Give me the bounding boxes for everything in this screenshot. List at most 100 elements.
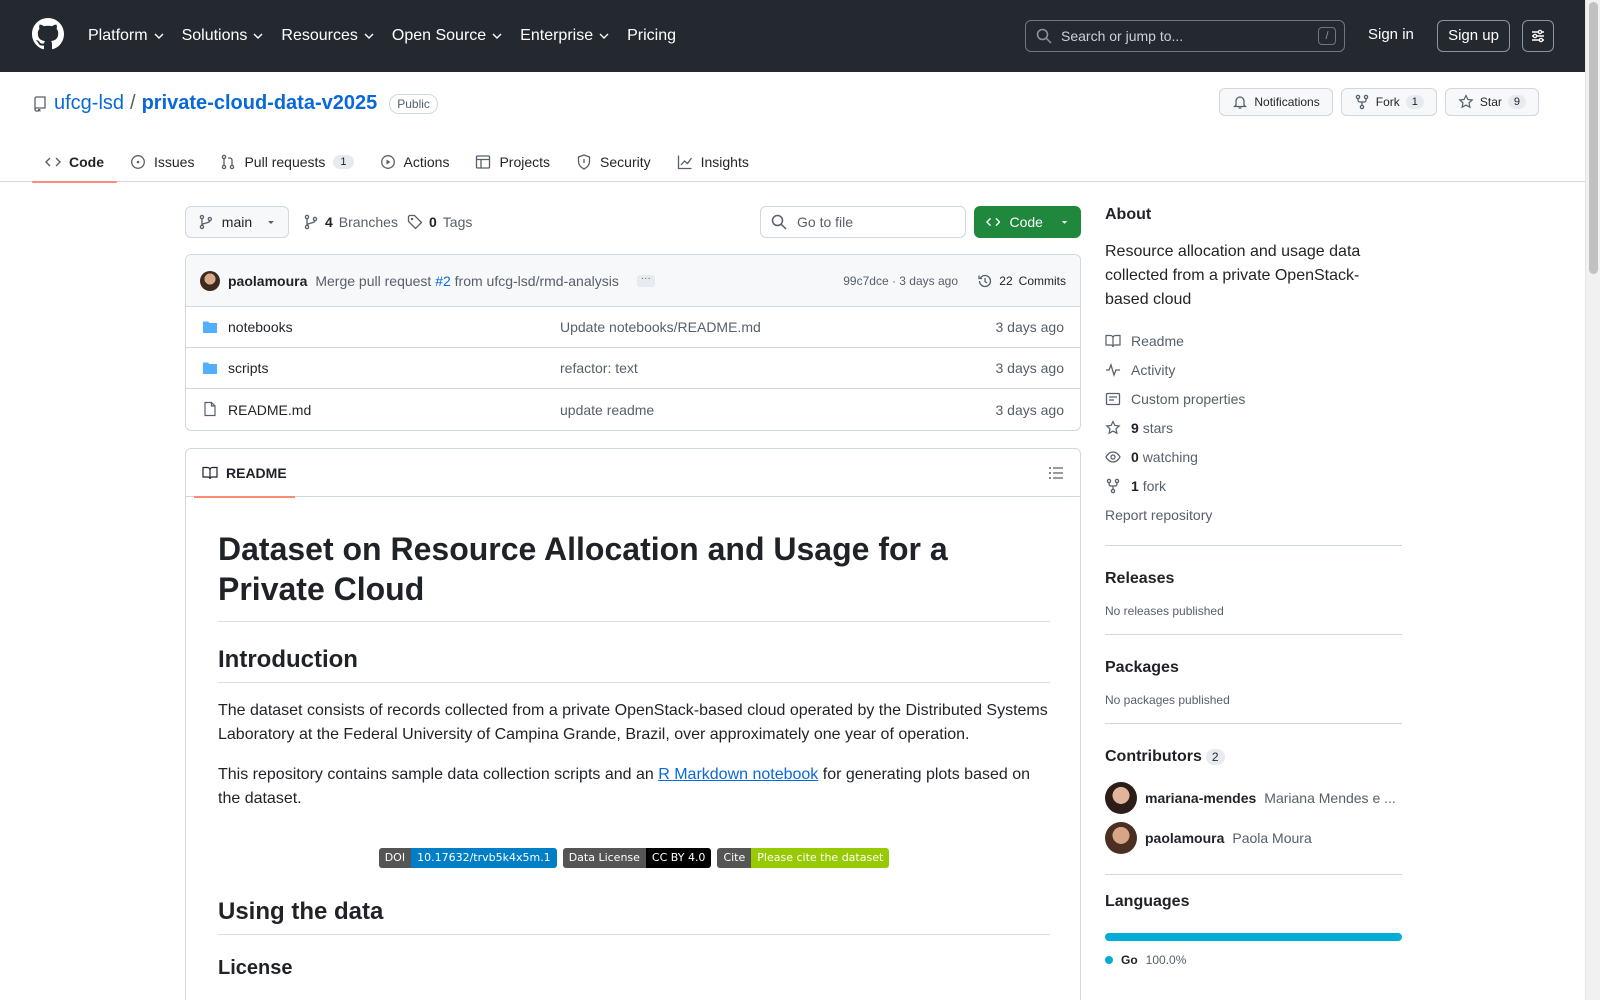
tab-code[interactable]: Code bbox=[32, 142, 117, 183]
languages-section: Languages Go 100.0% bbox=[1105, 874, 1402, 967]
readme-title: Dataset on Resource Allocation and Usage… bbox=[218, 529, 1050, 622]
nav-platform[interactable]: Platform bbox=[88, 27, 164, 45]
table-row[interactable]: README.md update readme 3 days ago bbox=[186, 389, 1080, 430]
page-scrollbar[interactable] bbox=[1585, 0, 1600, 1000]
nav-enterprise[interactable]: Enterprise bbox=[520, 27, 609, 45]
tags-count: 0 bbox=[429, 214, 437, 230]
language-item[interactable]: Go 100.0% bbox=[1105, 953, 1402, 967]
readme-link[interactable]: Readme bbox=[1105, 326, 1402, 355]
readme-tab[interactable]: README bbox=[194, 449, 295, 498]
activity-link[interactable]: Activity bbox=[1105, 355, 1402, 384]
tab-issues-label: Issues bbox=[154, 154, 195, 170]
star-button[interactable]: Star 9 bbox=[1444, 88, 1539, 116]
tab-issues[interactable]: Issues bbox=[117, 142, 207, 182]
list-icon[interactable] bbox=[1048, 465, 1064, 481]
sign-up-button[interactable]: Sign up bbox=[1437, 20, 1510, 52]
releases-empty-text: No releases published bbox=[1105, 604, 1224, 618]
history-icon bbox=[978, 274, 992, 287]
command-palette-button[interactable] bbox=[1522, 20, 1554, 52]
tab-security[interactable]: Security bbox=[563, 142, 664, 182]
table-row[interactable]: notebooks Update notebooks/README.md 3 d… bbox=[186, 307, 1080, 348]
report-repository-link[interactable]: Report repository bbox=[1105, 500, 1402, 529]
table-icon bbox=[476, 155, 491, 169]
readme-paragraph-1: The dataset consists of records collecte… bbox=[218, 702, 1048, 743]
contributors-heading[interactable]: Contributors 2 bbox=[1105, 748, 1402, 766]
avatar[interactable] bbox=[1105, 782, 1137, 814]
nav-solutions[interactable]: Solutions bbox=[182, 27, 264, 45]
language-name: Go bbox=[1121, 953, 1138, 967]
repo-icon bbox=[34, 95, 46, 112]
github-logo-icon[interactable] bbox=[32, 18, 64, 50]
file-commit-message[interactable]: refactor: text bbox=[560, 360, 638, 376]
bell-icon bbox=[1233, 96, 1248, 109]
branches-count: 4 bbox=[325, 214, 333, 230]
tab-actions[interactable]: Actions bbox=[367, 142, 463, 182]
repo-name-link[interactable]: private-cloud-data-v2025 bbox=[142, 92, 378, 115]
go-to-file-input[interactable]: Go to file bbox=[760, 206, 966, 238]
repo-owner-link[interactable]: ufcg-lsd bbox=[54, 92, 124, 115]
contributors-count: 2 bbox=[1205, 748, 1225, 765]
file-name-link[interactable]: notebooks bbox=[228, 319, 293, 335]
about-links: Readme Activity Custom properties 9 star… bbox=[1105, 326, 1402, 529]
chevron-down-icon bbox=[154, 33, 164, 39]
file-date: 3 days ago bbox=[995, 319, 1065, 335]
fork-label: fork bbox=[1142, 477, 1167, 494]
avatar[interactable] bbox=[1105, 822, 1137, 854]
cite-badge[interactable]: Cite Please cite the dataset bbox=[717, 848, 890, 868]
branch-selector[interactable]: main bbox=[185, 206, 289, 238]
fork-button[interactable]: Fork 1 bbox=[1340, 88, 1437, 116]
activity-link-label: Activity bbox=[1131, 361, 1176, 378]
nav-open-source[interactable]: Open Source bbox=[392, 27, 502, 45]
nav-resources[interactable]: Resources bbox=[281, 27, 374, 45]
nav-pricing[interactable]: Pricing bbox=[627, 27, 676, 45]
language-bar bbox=[1105, 933, 1402, 941]
notifications-label: Notifications bbox=[1254, 95, 1320, 109]
commit-pr-link[interactable]: #2 bbox=[435, 273, 451, 289]
license-badge[interactable]: Data License CC BY 4.0 bbox=[562, 848, 712, 868]
tab-pull-requests[interactable]: Pull requests 1 bbox=[207, 142, 366, 182]
forks-link[interactable]: 1 fork bbox=[1105, 471, 1402, 500]
expand-commit-message-button[interactable]: ··· bbox=[636, 273, 655, 287]
badge-label: DOI bbox=[378, 848, 412, 868]
commit-author-link[interactable]: paolamoura bbox=[228, 273, 307, 289]
readme-link-label: Readme bbox=[1131, 332, 1184, 349]
code-dropdown-button[interactable]: Code bbox=[974, 206, 1081, 238]
commits-count: 22 bbox=[999, 273, 1013, 288]
list-item[interactable]: mariana-mendes Mariana Mendes e ... bbox=[1105, 778, 1402, 818]
packages-heading[interactable]: Packages bbox=[1105, 659, 1402, 677]
commit-hash-time[interactable]: 99c7dce · 3 days ago bbox=[843, 274, 958, 288]
contributor-login[interactable]: mariana-mendes bbox=[1145, 790, 1256, 806]
contributor-login[interactable]: paolamoura bbox=[1145, 830, 1224, 846]
file-commit-message[interactable]: Update notebooks/README.md bbox=[560, 319, 761, 335]
graph-icon bbox=[677, 155, 692, 170]
folder-icon bbox=[203, 321, 217, 333]
doi-badge[interactable]: DOI 10.17632/trvb5k4x5m.1 bbox=[378, 848, 557, 868]
list-item[interactable]: paolamoura Paola Moura bbox=[1105, 818, 1402, 858]
file-commit-message[interactable]: update readme bbox=[560, 402, 654, 418]
fork-count: 1 bbox=[1405, 95, 1424, 109]
file-name-link[interactable]: README.md bbox=[228, 402, 311, 418]
fork-icon bbox=[1355, 94, 1368, 110]
file-name-link[interactable]: scripts bbox=[228, 360, 268, 376]
custom-properties-label: Custom properties bbox=[1131, 390, 1246, 407]
tags-link[interactable]: 0 Tags bbox=[407, 214, 472, 230]
stars-link[interactable]: 9 stars bbox=[1105, 413, 1402, 442]
notifications-button[interactable]: Notifications bbox=[1219, 88, 1333, 116]
global-header: Platform Solutions Resources Open Source… bbox=[0, 0, 1585, 72]
fork-icon bbox=[1106, 478, 1120, 493]
sign-in-link[interactable]: Sign in bbox=[1368, 26, 1414, 43]
table-row[interactable]: scripts refactor: text 3 days ago bbox=[186, 348, 1080, 389]
language-color-dot bbox=[1105, 956, 1113, 964]
branches-link[interactable]: 4 Branches bbox=[303, 214, 398, 230]
custom-properties-link[interactable]: Custom properties bbox=[1105, 384, 1402, 413]
commits-history-link[interactable]: 22 Commits bbox=[977, 273, 1066, 289]
releases-heading[interactable]: Releases bbox=[1105, 570, 1402, 588]
watchers-link[interactable]: 0 watching bbox=[1105, 442, 1402, 471]
r-markdown-notebook-link[interactable]: R Markdown notebook bbox=[658, 766, 818, 783]
note-icon bbox=[1105, 392, 1121, 405]
tab-projects[interactable]: Projects bbox=[462, 142, 563, 182]
tab-insights[interactable]: Insights bbox=[664, 142, 762, 182]
search-input[interactable]: Search or jump to... / bbox=[1025, 20, 1345, 52]
avatar[interactable] bbox=[200, 270, 220, 291]
scrollbar-thumb[interactable] bbox=[1589, 2, 1598, 274]
